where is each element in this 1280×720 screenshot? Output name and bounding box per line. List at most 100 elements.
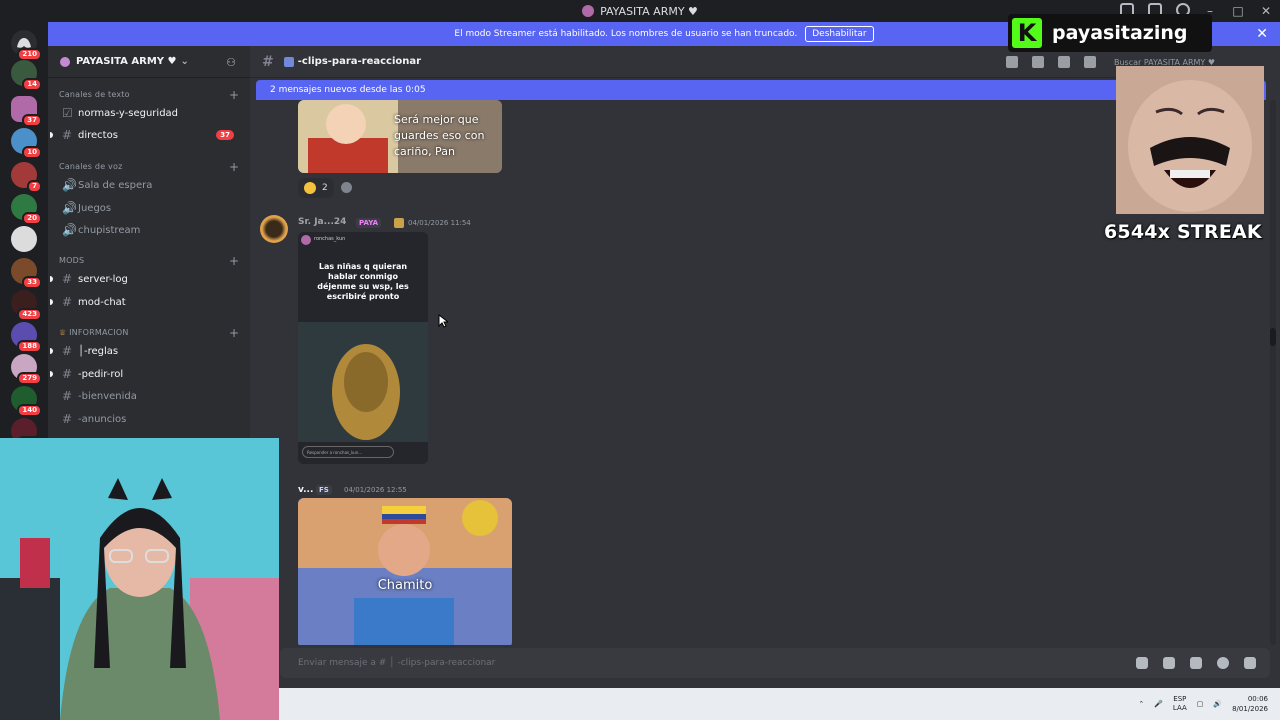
add-channel-icon[interactable]: + xyxy=(229,88,239,102)
channel-bienvenida[interactable]: # -bienvenida xyxy=(54,386,244,406)
gift-icon[interactable] xyxy=(1136,657,1148,669)
chevron-down-icon: ⌄ xyxy=(180,56,189,67)
guild-icon[interactable]: 14 xyxy=(11,60,42,91)
channel-mod-chat[interactable]: # mod-chat xyxy=(50,292,244,312)
banner-close-icon[interactable]: ✕ xyxy=(1256,26,1268,42)
language-top: ESP xyxy=(1173,695,1187,703)
threads-icon[interactable] xyxy=(1006,56,1018,68)
guild-icon[interactable]: 20 xyxy=(11,194,42,225)
guild-badge: 188 xyxy=(17,340,42,353)
message-author[interactable]: Sr. Ja...24 xyxy=(298,217,346,227)
channel-label: server-log xyxy=(78,273,128,285)
notifications-icon[interactable] xyxy=(1032,56,1044,68)
channel-label: normas-y-seguridad xyxy=(78,107,179,119)
category-mods[interactable]: MODS + xyxy=(59,254,239,268)
message-image[interactable]: Chamito xyxy=(298,498,512,645)
home-button[interactable]: 210 xyxy=(11,30,42,61)
reaction[interactable]: 2 xyxy=(298,178,334,198)
channel-label: -bienvenida xyxy=(78,390,137,402)
volume-icon[interactable]: 🔊 xyxy=(1213,700,1222,708)
hash-icon: # xyxy=(62,344,73,358)
channel-sidebar: PAYASITA ARMY ♥ ⌄ ⚇ Canales de texto + ☑… xyxy=(48,46,250,438)
channel-label: directos xyxy=(78,129,118,141)
window-title: PAYASITA ARMY ♥ xyxy=(600,4,698,18)
banner-text: El modo Streamer está habilitado. Los no… xyxy=(454,29,798,39)
add-channel-icon[interactable]: + xyxy=(229,326,239,340)
message-image[interactable]: Será mejor que guardes eso con cariño, P… xyxy=(298,100,502,173)
mic-icon[interactable]: 🎤 xyxy=(1154,700,1163,708)
guild-icon[interactable]: 10 xyxy=(11,128,42,159)
new-messages-text: 2 mensajes nuevos desde las 0:05 xyxy=(270,85,426,95)
guild-icon[interactable]: 423 xyxy=(11,290,42,321)
add-member-icon[interactable]: ⚇ xyxy=(226,56,236,69)
close-button[interactable]: ✕ xyxy=(1252,4,1280,18)
message-input[interactable]: Enviar mensaje a # │ -clips-para-reaccio… xyxy=(298,658,495,668)
role-tag: FS xyxy=(316,485,332,495)
image-caption: Será mejor que guardes eso con cariño, P… xyxy=(394,113,485,158)
channel-chupistream[interactable]: 🔊 chupistream xyxy=(54,220,244,240)
pin-icon[interactable] xyxy=(1058,56,1070,68)
chevron-up-icon[interactable]: ⌃ xyxy=(1138,700,1144,708)
kick-logo-icon: K xyxy=(1012,18,1042,48)
guild-icon[interactable]: 279 xyxy=(11,354,42,385)
rules-channel-icon: ☑ xyxy=(62,106,73,120)
hash-icon: # xyxy=(62,412,73,426)
channel-anuncios[interactable]: # -anuncios xyxy=(54,409,244,429)
category-label: Canales de voz xyxy=(59,162,123,171)
maximize-button[interactable]: □ xyxy=(1224,4,1252,18)
guild-icon[interactable]: 140 xyxy=(11,386,42,417)
members-icon[interactable] xyxy=(1084,56,1096,68)
guild-icon[interactable] xyxy=(11,226,37,252)
clock[interactable]: 00:06 8/01/2026 xyxy=(1232,694,1268,714)
add-channel-icon[interactable]: + xyxy=(229,254,239,268)
guild-icon[interactable]: 7 xyxy=(11,162,42,193)
guild-icon[interactable]: 33 xyxy=(11,258,42,289)
server-name: PAYASITA ARMY ♥ xyxy=(76,56,177,67)
sticker-icon[interactable] xyxy=(1190,657,1202,669)
disable-streamer-button[interactable]: Deshabilitar xyxy=(805,26,874,42)
server-list: 210 14 37 10 7 20 33 423 188 279 140 334 xyxy=(0,22,48,449)
channel-normas[interactable]: ☑ normas-y-seguridad xyxy=(54,103,244,123)
unread-dot xyxy=(50,371,53,377)
guild-badge: 140 xyxy=(17,404,42,417)
guild-badge: 279 xyxy=(17,372,42,385)
meme-image xyxy=(298,498,512,645)
channel-pedir-rol[interactable]: # -pedir-rol xyxy=(50,364,244,384)
unread-dot xyxy=(50,132,53,138)
avatar[interactable] xyxy=(260,215,288,243)
language-indicator[interactable]: ESP LAA xyxy=(1173,695,1187,713)
message-author[interactable]: v... xyxy=(298,485,313,495)
guild-icon[interactable]: 188 xyxy=(11,322,42,353)
streak-counter: 6544x STREAK xyxy=(1104,221,1262,243)
message-composer[interactable]: Enviar mensaje a # │ -clips-para-reaccio… xyxy=(280,648,1270,678)
guild-badge: 423 xyxy=(17,308,42,321)
gif-icon[interactable] xyxy=(1163,657,1175,669)
server-header[interactable]: PAYASITA ARMY ♥ ⌄ ⚇ xyxy=(48,46,250,78)
channel-reglas[interactable]: # │-reglas xyxy=(50,341,244,361)
channel-header: # -clips-para-reaccionar xyxy=(250,46,1116,78)
timestamp: 04/01/2026 12:55 xyxy=(344,486,407,494)
new-messages-bar[interactable]: 2 mensajes nuevos desde las 0:05 xyxy=(256,80,1266,100)
category-text-channels[interactable]: Canales de texto + xyxy=(59,88,239,102)
language-bottom: LAA xyxy=(1172,704,1187,712)
channel-juegos[interactable]: 🔊 Juegos xyxy=(54,198,244,218)
category-voice-channels[interactable]: Canales de voz + xyxy=(59,160,239,174)
system-tray: ⌃ 🎤 ESP LAA ▢ 🔊 00:06 8/01/2026 xyxy=(1138,688,1268,720)
channel-server-log[interactable]: # server-log xyxy=(50,269,244,289)
badge-icon xyxy=(394,218,404,228)
add-channel-icon[interactable]: + xyxy=(229,160,239,174)
story-reply-input: Responder a ronchas_kun... xyxy=(302,446,394,458)
apps-icon[interactable] xyxy=(1244,657,1256,669)
category-informacion[interactable]: ♕ INFORMACION + xyxy=(59,326,239,340)
scrollbar[interactable] xyxy=(1270,100,1276,645)
channel-sala-de-espera[interactable]: 🔊 Sala de espera xyxy=(54,175,244,195)
category-label: MODS xyxy=(59,256,85,265)
scroll-thumb[interactable] xyxy=(1270,328,1276,346)
channel-directos[interactable]: # directos 37 xyxy=(50,125,244,145)
emoji-icon[interactable] xyxy=(1217,657,1229,669)
add-reaction-button[interactable] xyxy=(341,182,352,193)
guild-icon[interactable]: 37 xyxy=(11,96,42,127)
image-caption: Chamito xyxy=(377,578,433,593)
message-image[interactable]: ronchas_kun Las niñas q quieran hablar c… xyxy=(298,232,428,464)
network-icon[interactable]: ▢ xyxy=(1197,700,1204,708)
